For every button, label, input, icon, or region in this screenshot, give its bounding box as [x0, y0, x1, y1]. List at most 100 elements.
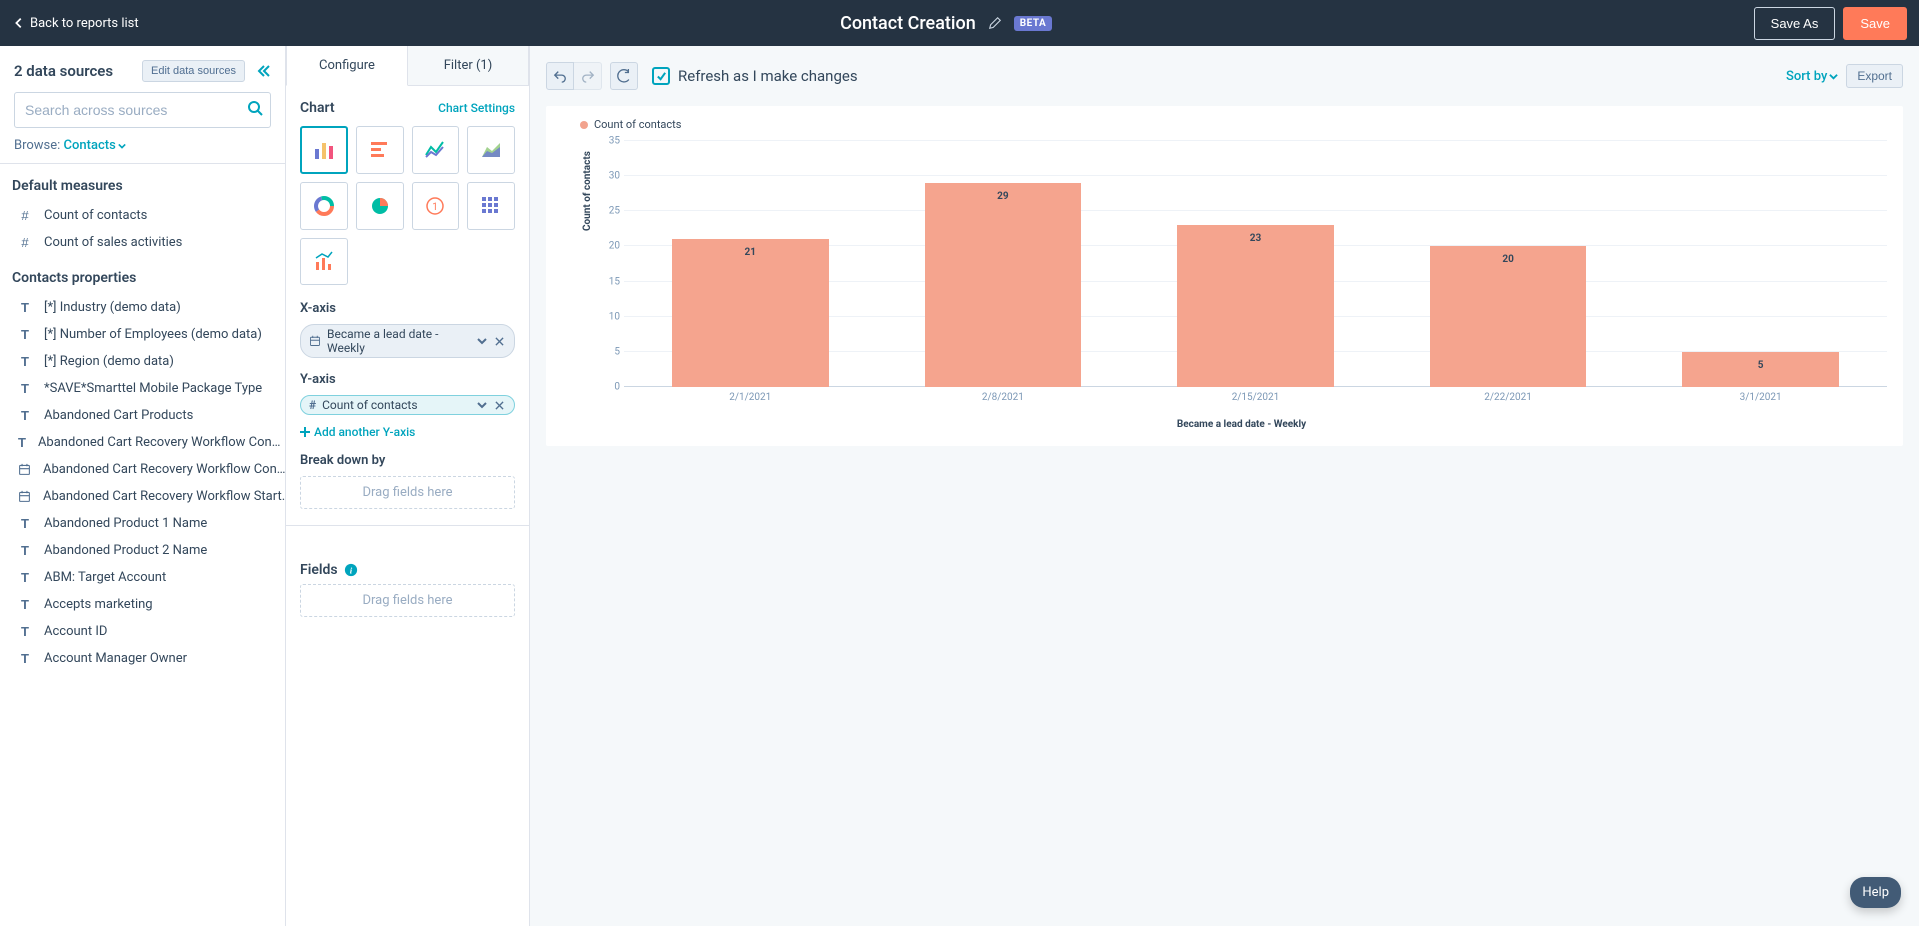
add-y-axis-button[interactable]: Add another Y-axis: [300, 425, 515, 439]
field-item[interactable]: TAbandoned Cart Products: [0, 402, 285, 429]
field-label: Abandoned Cart Recovery Workflow Con…: [38, 435, 280, 450]
chart-type-horizontal-bar[interactable]: [356, 126, 404, 174]
close-icon: [495, 337, 504, 346]
x-tick: 2/8/2021: [877, 392, 1130, 403]
save-button[interactable]: Save: [1843, 7, 1907, 40]
sort-by-label: Sort by: [1786, 69, 1827, 84]
bar[interactable]: 21: [672, 239, 829, 387]
field-item[interactable]: T[*] Industry (demo data): [0, 294, 285, 321]
y-axis-chip-remove[interactable]: [491, 401, 508, 410]
field-item[interactable]: T *SAVE*Smarttel Mobile Package Type: [0, 375, 285, 402]
x-axis-chip-dropdown[interactable]: [473, 336, 491, 346]
field-label: Abandoned Cart Recovery Workflow Start…: [43, 489, 285, 504]
x-axis-title: Became a lead date - Weekly: [596, 419, 1887, 430]
configure-panel: Configure Filter (1) Chart Chart Setting…: [286, 46, 530, 926]
field-item[interactable]: TAbandoned Product 2 Name: [0, 537, 285, 564]
bar[interactable]: 29: [925, 183, 1082, 387]
chart-settings-link[interactable]: Chart Settings: [438, 101, 515, 115]
sort-by-dropdown[interactable]: Sort by: [1786, 69, 1838, 84]
bar[interactable]: 23: [1177, 225, 1334, 387]
text-icon: T: [18, 381, 32, 396]
field-item[interactable]: TAccepts marketing: [0, 591, 285, 618]
bar[interactable]: 20: [1430, 246, 1587, 387]
back-button[interactable]: Back to reports list: [12, 16, 139, 31]
beta-badge: BETA: [1014, 16, 1053, 31]
browse-dropdown[interactable]: Contacts: [64, 138, 126, 153]
field-label: ABM: Target Account: [44, 570, 166, 585]
text-icon: T: [18, 651, 32, 666]
browse-value: Contacts: [64, 138, 116, 153]
undo-button[interactable]: [546, 62, 574, 90]
export-button[interactable]: Export: [1846, 64, 1903, 88]
field-label: [*] Number of Employees (demo data): [44, 327, 262, 342]
refresh-button[interactable]: [610, 62, 638, 90]
edit-data-sources-button[interactable]: Edit data sources: [142, 60, 245, 82]
chart-type-line[interactable]: [412, 126, 460, 174]
field-item[interactable]: T Account ID: [0, 618, 285, 645]
info-icon: i: [344, 563, 358, 577]
save-as-button[interactable]: Save As: [1754, 7, 1836, 40]
browse-label: Browse:: [14, 138, 60, 153]
text-icon: T: [18, 543, 32, 558]
hbar-chart-icon: [369, 139, 391, 161]
field-item[interactable]: Count of sales activities: [0, 229, 285, 256]
x-axis-chip-label: Became a lead date - Weekly: [327, 327, 473, 355]
field-item[interactable]: TAbandoned Product 1 Name: [0, 510, 285, 537]
field-item[interactable]: Abandoned Cart Recovery Workflow Start…: [0, 483, 285, 510]
line-chart-icon: [424, 139, 446, 161]
field-item[interactable]: Count of contacts: [0, 202, 285, 229]
bar[interactable]: 5: [1682, 352, 1839, 387]
redo-button[interactable]: [574, 62, 602, 90]
tab-filter[interactable]: Filter (1): [408, 46, 529, 86]
field-label: Abandoned Product 1 Name: [44, 516, 207, 531]
chart-type-bar[interactable]: [300, 126, 348, 174]
chart-type-table[interactable]: [467, 182, 515, 230]
bar-value: 5: [1758, 360, 1764, 371]
tab-configure[interactable]: Configure: [286, 46, 408, 86]
x-tick: 2/22/2021: [1382, 392, 1635, 403]
fields-info-button[interactable]: i: [344, 563, 358, 577]
chart-type-donut[interactable]: [300, 182, 348, 230]
plus-icon: [300, 427, 310, 437]
data-sources-panel: 2 data sources Edit data sources Browse:…: [0, 46, 286, 926]
field-item[interactable]: TAbandoned Cart Recovery Workflow Con…: [0, 429, 285, 456]
chart-type-summary[interactable]: 1: [412, 182, 460, 230]
chart-type-pie[interactable]: [356, 182, 404, 230]
field-item[interactable]: T[*] Number of Employees (demo data): [0, 321, 285, 348]
text-icon: T: [18, 624, 32, 639]
x-axis-chip[interactable]: Became a lead date - Weekly: [300, 324, 515, 358]
svg-text:1: 1: [433, 202, 439, 213]
chart-legend: Count of contacts: [562, 116, 1887, 141]
help-button[interactable]: Help: [1850, 877, 1901, 908]
y-tick: 15: [609, 276, 620, 287]
field-item[interactable]: Abandoned Cart Recovery Workflow Con…: [0, 456, 285, 483]
auto-refresh-toggle[interactable]: Refresh as I make changes: [652, 67, 858, 85]
field-item[interactable]: T[*] Region (demo data): [0, 348, 285, 375]
calendar-icon: [18, 490, 31, 503]
chart-card: Count of contacts Count of contacts 0510…: [546, 106, 1903, 446]
chevron-down-icon: [477, 336, 487, 346]
bar-slot: 21: [624, 141, 877, 387]
field-label: Account ID: [44, 624, 107, 639]
y-tick: 5: [614, 346, 620, 357]
x-tick: 2/1/2021: [624, 392, 877, 403]
chart-type-area[interactable]: [467, 126, 515, 174]
collapse-panel-button[interactable]: [255, 63, 271, 79]
field-item[interactable]: TAccount Manager Owner: [0, 645, 285, 672]
x-axis-chip-remove[interactable]: [491, 337, 508, 346]
area-chart-icon: [480, 139, 502, 161]
y-axis-chip-dropdown[interactable]: [473, 400, 491, 410]
edit-title-button[interactable]: [988, 16, 1002, 30]
field-item[interactable]: TABM: Target Account: [0, 564, 285, 591]
field-label: *SAVE*Smarttel Mobile Package Type: [44, 381, 262, 396]
fields-label: Fields: [300, 562, 338, 578]
chevron-down-icon: [477, 400, 487, 410]
search-input[interactable]: [14, 92, 271, 128]
chart-type-combo[interactable]: [300, 238, 348, 286]
calendar-icon: [309, 335, 321, 347]
field-label: Count of sales activities: [44, 235, 182, 250]
y-axis-chip[interactable]: # Count of contacts: [300, 395, 515, 415]
page-title: Contact Creation: [840, 13, 976, 34]
breakdown-dropzone[interactable]: Drag fields here: [300, 476, 515, 509]
fields-dropzone[interactable]: Drag fields here: [300, 584, 515, 617]
